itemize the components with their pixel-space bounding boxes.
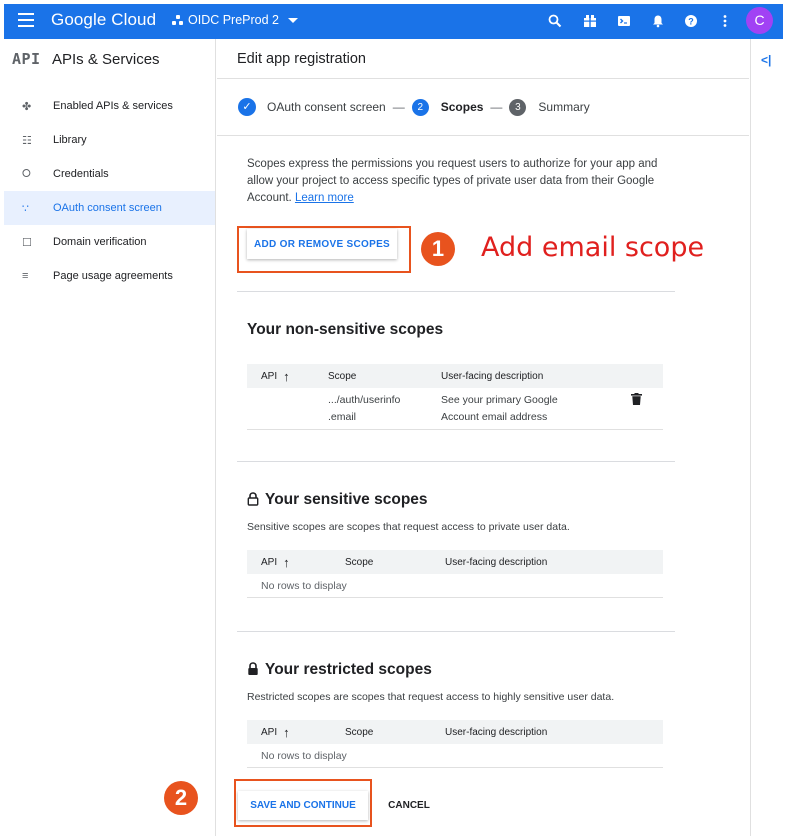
column-scope: Scope: [328, 370, 357, 382]
intro-text: Scopes express the permissions you reque…: [247, 156, 675, 207]
add-or-remove-scopes-button[interactable]: ADD OR REMOVE SCOPES: [247, 229, 397, 259]
project-name: OIDC PreProd 2: [188, 13, 280, 27]
enabled-apis-icon: ✤: [22, 100, 32, 113]
empty-state: No rows to display: [247, 574, 663, 598]
menu-icon[interactable]: [18, 13, 34, 27]
annotation-text: Add email scope: [481, 232, 705, 263]
scope-cell: .../auth/userinfo .email: [328, 394, 401, 423]
project-selector[interactable]: OIDC PreProd 2: [172, 13, 299, 27]
column-api-label: API: [261, 726, 278, 738]
sensitive-title: Your sensitive scopes: [247, 491, 428, 509]
annotation-number-2: 2: [164, 781, 198, 815]
divider: [237, 291, 675, 292]
sidebar-item-library[interactable]: ☷ Library: [4, 123, 215, 157]
column-api[interactable]: API ↑: [261, 369, 328, 384]
help-icon[interactable]: ?: [683, 14, 699, 30]
gift-icon[interactable]: [582, 14, 598, 30]
checkbox-icon: ☐: [22, 236, 32, 249]
stepper: ✓ OAuth consent screen — 2 Scopes — 3 Su…: [217, 79, 749, 136]
step-separator: —: [392, 100, 405, 114]
non-sensitive-table: API ↑ Scope User-facing description .../a…: [247, 364, 663, 430]
restricted-title: Your restricted scopes: [247, 661, 432, 679]
table-header: API ↑ Scope User-facing description: [247, 720, 663, 744]
column-api[interactable]: API ↑: [261, 725, 345, 740]
check-icon: ✓: [238, 98, 256, 116]
cancel-button[interactable]: CANCEL: [377, 791, 441, 820]
column-api-label: API: [261, 370, 278, 382]
annotation-number-1: 1: [421, 232, 455, 266]
sensitive-title-label: Your sensitive scopes: [265, 491, 428, 508]
non-sensitive-title: Your non-sensitive scopes: [247, 321, 444, 338]
empty-state: No rows to display: [247, 744, 663, 768]
search-icon[interactable]: [547, 14, 563, 30]
table-row: .../auth/userinfo .email See your primar…: [247, 388, 663, 430]
api-logo-icon: API: [12, 50, 41, 68]
step-separator: —: [490, 100, 503, 114]
arrow-up-icon: ↑: [283, 724, 290, 740]
sidebar-item-label: OAuth consent screen: [53, 202, 162, 214]
consent-icon: ∵: [22, 202, 29, 215]
sidebar-header: API APIs & Services: [4, 39, 215, 79]
sidebar-item-label: Credentials: [53, 168, 109, 180]
sensitive-table: API ↑ Scope User-facing description No ro…: [247, 550, 663, 598]
page-title: Edit app registration: [217, 39, 749, 79]
lock-icon: [247, 661, 259, 679]
more-vert-icon[interactable]: [717, 14, 733, 30]
sidebar-title: APIs & Services: [52, 50, 160, 68]
sidebar-item-label: Page usage agreements: [53, 270, 173, 282]
settings-list-icon: ≡: [22, 270, 29, 282]
column-description: User-facing description: [441, 370, 544, 382]
step-summary[interactable]: Summary: [538, 100, 589, 114]
step-oauth-consent[interactable]: OAuth consent screen: [267, 100, 386, 114]
column-api[interactable]: API ↑: [261, 555, 345, 570]
right-rail: <|: [750, 39, 783, 836]
learn-more-link[interactable]: Learn more: [295, 192, 354, 204]
sidebar-item-page-usage[interactable]: ≡ Page usage agreements: [4, 259, 215, 293]
column-scope: Scope: [345, 556, 374, 568]
avatar[interactable]: C: [746, 7, 773, 34]
restricted-table: API ↑ Scope User-facing description No ro…: [247, 720, 663, 768]
sidebar: API APIs & Services ✤ Enabled APIs & ser…: [4, 39, 216, 836]
table-header: API ↑ Scope User-facing description: [247, 364, 663, 388]
save-and-continue-button[interactable]: SAVE AND CONTINUE: [238, 791, 368, 820]
chevron-down-icon: [288, 17, 299, 23]
top-app-bar: Google Cloud OIDC PreProd 2 ? C: [4, 4, 783, 39]
sidebar-item-domain-verification[interactable]: ☐ Domain verification: [4, 225, 215, 259]
column-api-label: API: [261, 556, 278, 568]
svg-text:?: ?: [688, 17, 694, 27]
library-icon: ☷: [22, 134, 32, 147]
sidebar-item-enabled-apis[interactable]: ✤ Enabled APIs & services: [4, 89, 215, 123]
scopes-intro: Scopes express the permissions you reque…: [247, 156, 675, 207]
sensitive-description: Sensitive scopes are scopes that request…: [247, 521, 570, 533]
table-header: API ↑ Scope User-facing description: [247, 550, 663, 574]
lock-icon: [247, 491, 259, 509]
column-description: User-facing description: [445, 556, 548, 568]
google-cloud-logo[interactable]: Google Cloud: [51, 10, 156, 30]
divider: [237, 461, 675, 462]
divider: [237, 631, 675, 632]
sidebar-item-label: Library: [53, 134, 87, 146]
step-number: 2: [411, 98, 429, 116]
notifications-icon[interactable]: [650, 14, 666, 30]
sidebar-item-label: Enabled APIs & services: [53, 100, 173, 112]
column-description: User-facing description: [445, 726, 548, 738]
restricted-title-label: Your restricted scopes: [265, 661, 432, 678]
sidebar-item-credentials[interactable]: ⭘ Credentials: [4, 157, 215, 191]
arrow-up-icon: ↑: [283, 554, 290, 570]
key-icon: ⭘: [22, 167, 31, 180]
main-content: Edit app registration ✓ OAuth consent sc…: [217, 39, 749, 836]
step-scopes[interactable]: Scopes: [441, 100, 484, 114]
sidebar-item-oauth-consent[interactable]: ∵ OAuth consent screen: [4, 191, 215, 225]
sidebar-item-label: Domain verification: [53, 236, 147, 248]
project-icon: [172, 14, 183, 26]
step-number: 3: [509, 98, 527, 116]
arrow-up-icon: ↑: [283, 368, 290, 384]
description-cell: See your primary Google Account email ad…: [441, 394, 558, 423]
delete-icon[interactable]: [631, 388, 642, 429]
restricted-description: Restricted scopes are scopes that reques…: [247, 691, 615, 703]
cloud-shell-icon[interactable]: [616, 14, 632, 30]
collapse-panel-icon[interactable]: <|: [761, 53, 771, 67]
column-scope: Scope: [345, 726, 374, 738]
